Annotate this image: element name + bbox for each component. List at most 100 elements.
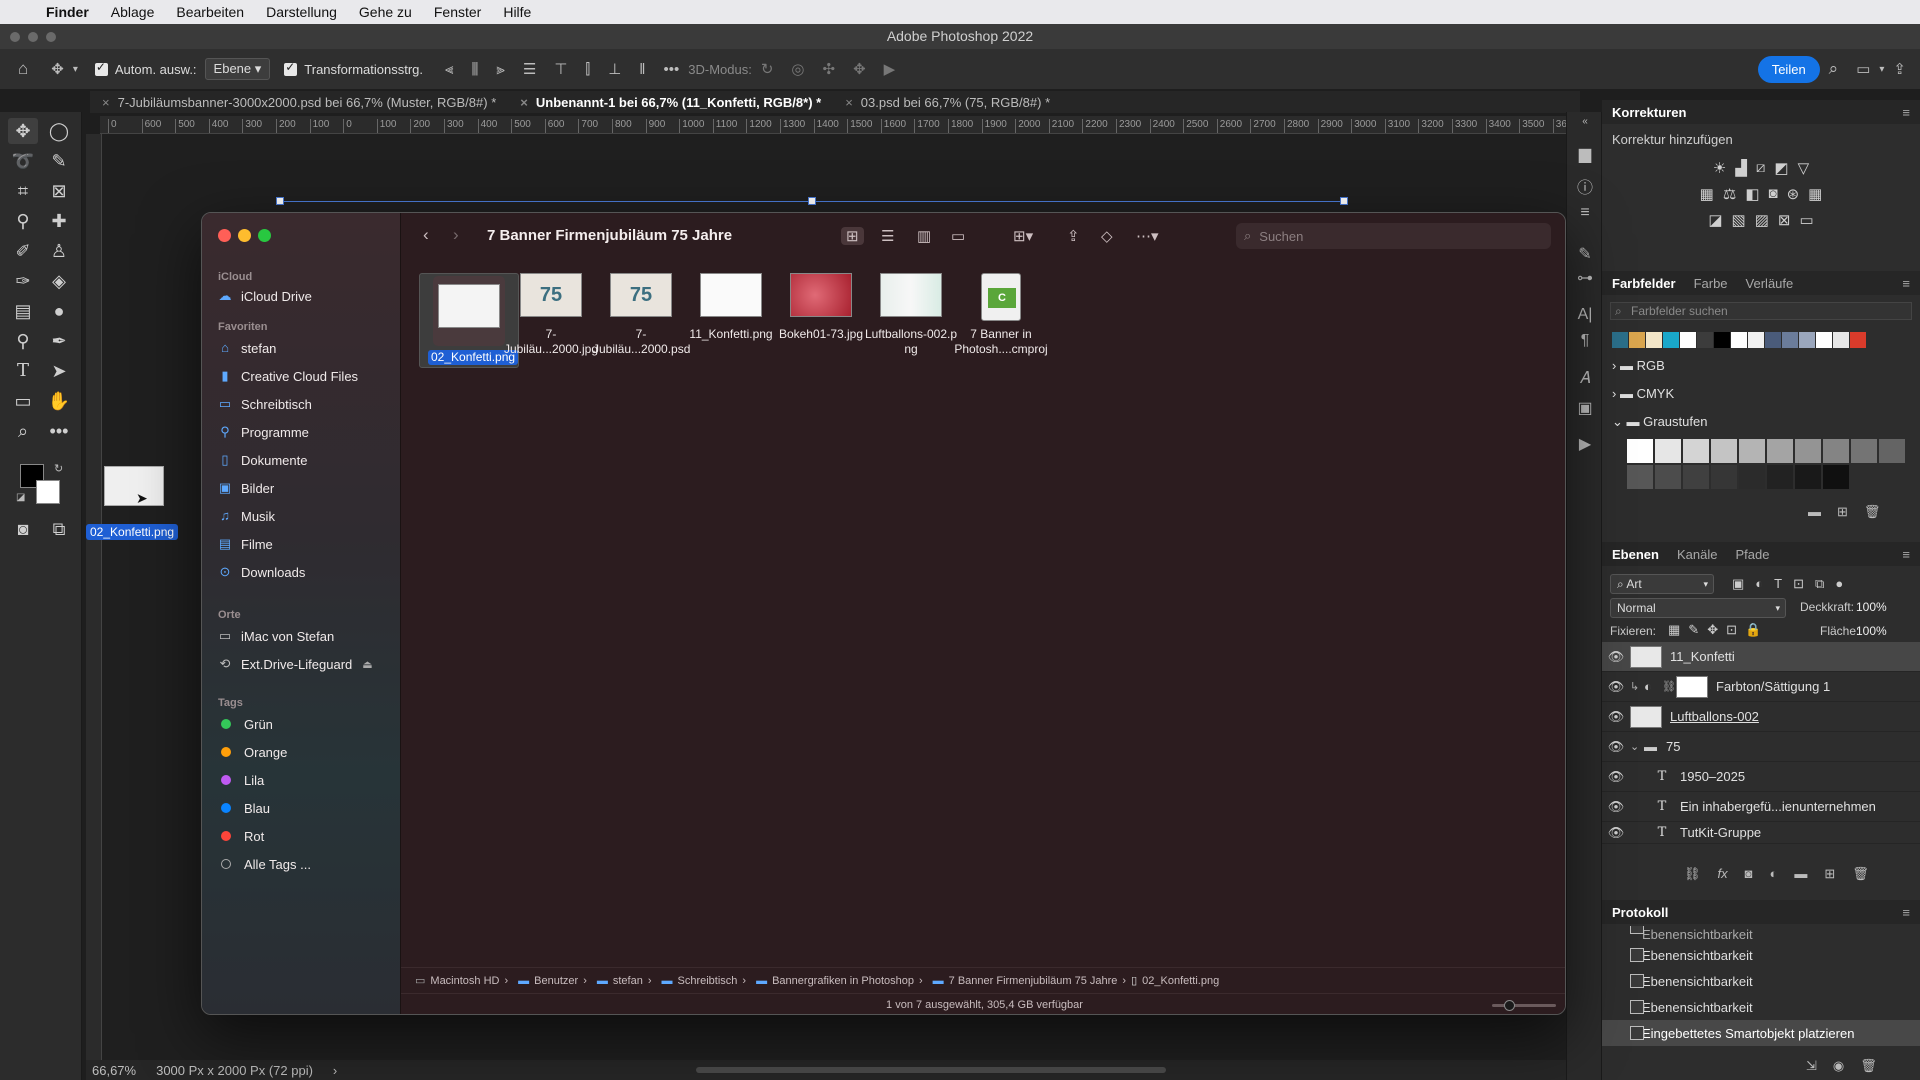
- filter-adjustment-icon[interactable]: ◐: [1755, 576, 1763, 592]
- swap-colors-icon[interactable]: ↻: [54, 462, 63, 475]
- new-adjustment-icon[interactable]: ◐: [1770, 866, 1778, 882]
- move-tool-icon[interactable]: ✥: [8, 118, 38, 144]
- align-center-icon[interactable]: ⫼: [471, 61, 478, 78]
- sidebar-item-imac[interactable]: ▭ iMac von Stefan: [218, 625, 334, 647]
- hand-icon[interactable]: ✋: [44, 388, 74, 414]
- exposure-icon[interactable]: ◩: [1774, 159, 1788, 177]
- menu-ablage[interactable]: Ablage: [111, 4, 155, 20]
- curves-icon[interactable]: ⧄: [1756, 159, 1766, 177]
- background-color[interactable]: [36, 480, 60, 504]
- file-item-11-konfetti[interactable]: 11_Konfetti.png: [681, 273, 781, 342]
- back-icon[interactable]: ‹: [423, 225, 429, 245]
- sidebar-item-documents[interactable]: ▯ Dokumente: [218, 449, 307, 471]
- menu-fenster[interactable]: Fenster: [434, 4, 481, 20]
- gradient-map-icon[interactable]: ▭: [1799, 211, 1813, 229]
- layer-name[interactable]: Ein inhabergefü...ienunternehmen: [1680, 799, 1876, 814]
- gray-swatch[interactable]: [1738, 438, 1766, 464]
- add-mask-icon[interactable]: ◙: [1745, 866, 1753, 882]
- tab-layers[interactable]: Ebenen: [1612, 547, 1659, 562]
- layer-row[interactable]: 👁 Luftballons-002: [1602, 702, 1920, 732]
- color-swatch[interactable]: [1663, 332, 1679, 348]
- home-icon[interactable]: ⌂: [18, 59, 28, 79]
- search-icon[interactable]: ⌕: [1829, 59, 1839, 79]
- transform-handle[interactable]: [808, 197, 816, 205]
- layer-row[interactable]: 👁 T TutKit-Gruppe: [1602, 822, 1920, 844]
- 3d-roll-icon[interactable]: ◎: [791, 60, 804, 78]
- 3d-slide-icon[interactable]: ✥: [853, 60, 866, 78]
- gray-swatch[interactable]: [1654, 464, 1682, 490]
- path-item-benutzer[interactable]: ▬ Benutzer: [513, 975, 578, 987]
- path-item-bannergrafiken[interactable]: ▬ Bannergrafiken in Photoshop: [751, 975, 914, 987]
- visibility-eye-icon[interactable]: 👁: [1602, 649, 1630, 665]
- file-item-jubilaeum-psd[interactable]: 75 7- Jubiläu...2000.psd: [591, 273, 691, 357]
- menu-darstellung[interactable]: Darstellung: [266, 4, 337, 20]
- sidebar-item-music[interactable]: ♫ Musik: [218, 505, 275, 527]
- black-white-icon[interactable]: ◧: [1745, 185, 1759, 203]
- distribute-vertical-icon[interactable]: ‖: [639, 61, 645, 78]
- libraries-icon[interactable]: ▣: [1575, 398, 1595, 418]
- auto-select-dropdown[interactable]: Ebene ▾: [204, 58, 271, 80]
- sidebar-item-pictures[interactable]: ▣ Bilder: [218, 477, 274, 499]
- gray-swatch[interactable]: [1682, 464, 1710, 490]
- status-chevron-icon[interactable]: ›: [333, 1063, 337, 1078]
- minimize-window-button[interactable]: [238, 229, 251, 242]
- history-item[interactable]: Ebenensichtbarkeit: [1602, 926, 1920, 942]
- filter-smart-icon[interactable]: ⧉: [1815, 576, 1824, 592]
- panel-menu-icon[interactable]: ≡: [1902, 547, 1910, 562]
- menu-hilfe[interactable]: Hilfe: [503, 4, 531, 20]
- collapse-icon[interactable]: «: [1575, 116, 1595, 136]
- more-tools-icon[interactable]: •••: [44, 418, 74, 444]
- tab-jubilaeumsbanner[interactable]: × 7-Jubiläumsbanner-3000x2000.psd bei 66,…: [90, 95, 508, 110]
- sidebar-item-desktop[interactable]: ▭ Schreibtisch: [218, 393, 312, 415]
- window-controls[interactable]: [10, 32, 56, 42]
- path-select-icon[interactable]: ➤: [44, 358, 74, 384]
- icon-size-slider[interactable]: [1492, 1000, 1556, 1011]
- panel-menu-icon[interactable]: ≡: [1902, 276, 1910, 291]
- 3d-orbit-icon[interactable]: ↻: [761, 60, 774, 78]
- tag-icon[interactable]: ◇: [1101, 227, 1113, 245]
- layer-row[interactable]: 👁 T 1950–2025: [1602, 762, 1920, 792]
- panel-menu-icon[interactable]: ≡: [1902, 105, 1910, 120]
- gray-swatch[interactable]: [1682, 438, 1710, 464]
- quick-select-icon[interactable]: ✎: [44, 148, 74, 174]
- workspace-chevron-icon[interactable]: ▾: [1879, 64, 1884, 75]
- lock-transparency-icon[interactable]: ▦: [1668, 622, 1680, 638]
- new-group-icon[interactable]: ▬: [1794, 866, 1807, 882]
- sidebar-item-creative-cloud[interactable]: ▮ Creative Cloud Files: [218, 365, 358, 387]
- selective-color-icon[interactable]: ⊠: [1778, 211, 1791, 229]
- history-title[interactable]: Protokoll: [1612, 905, 1668, 920]
- sidebar-tag-lila[interactable]: Lila: [218, 769, 264, 791]
- sidebar-tag-rot[interactable]: Rot: [218, 825, 264, 847]
- close-icon[interactable]: ×: [845, 95, 853, 110]
- menu-finder[interactable]: Finder: [46, 4, 89, 20]
- levels-icon[interactable]: ▟: [1735, 159, 1747, 177]
- swatch-group-grayscale[interactable]: ⌄ ▬ Graustufen: [1612, 414, 1707, 430]
- file-item-cmproj[interactable]: C 7 Banner in Photosh....cmproj: [951, 273, 1051, 357]
- visibility-eye-icon[interactable]: 👁: [1602, 825, 1630, 841]
- color-swatch[interactable]: [1833, 332, 1849, 348]
- filter-type-icon[interactable]: T: [1774, 576, 1782, 592]
- export-icon[interactable]: ⇪: [1893, 60, 1906, 78]
- brush-icon[interactable]: ✐: [8, 238, 38, 264]
- swatch-group-rgb[interactable]: › ▬ RGB: [1612, 358, 1665, 373]
- gray-swatch[interactable]: [1850, 438, 1878, 464]
- zoom-level[interactable]: 66,67%: [92, 1063, 136, 1078]
- tab-paths[interactable]: Pfade: [1735, 547, 1769, 562]
- zoom-icon[interactable]: ⌕: [8, 418, 38, 444]
- gray-swatch[interactable]: [1626, 438, 1654, 464]
- color-swatch[interactable]: [1748, 332, 1764, 348]
- corrections-title[interactable]: Korrekturen: [1612, 105, 1686, 120]
- visibility-eye-icon[interactable]: 👁: [1602, 739, 1630, 755]
- distribute-icon[interactable]: ☰: [523, 60, 536, 78]
- align-right-icon[interactable]: ⫸: [496, 61, 504, 78]
- sidebar-item-applications[interactable]: ⚲ Programme: [218, 421, 309, 443]
- lock-all-icon[interactable]: 🔒: [1745, 622, 1761, 638]
- history-item[interactable]: Ebenensichtbarkeit: [1602, 994, 1920, 1020]
- sidebar-all-tags[interactable]: Alle Tags ...: [218, 853, 311, 875]
- close-icon[interactable]: ×: [520, 95, 528, 110]
- layer-name[interactable]: TutKit-Gruppe: [1680, 825, 1761, 840]
- group-icon[interactable]: ⊞▾: [1013, 227, 1033, 245]
- stamp-icon[interactable]: ♙: [44, 238, 74, 264]
- gray-swatch[interactable]: [1654, 438, 1682, 464]
- color-swatch[interactable]: [1782, 332, 1798, 348]
